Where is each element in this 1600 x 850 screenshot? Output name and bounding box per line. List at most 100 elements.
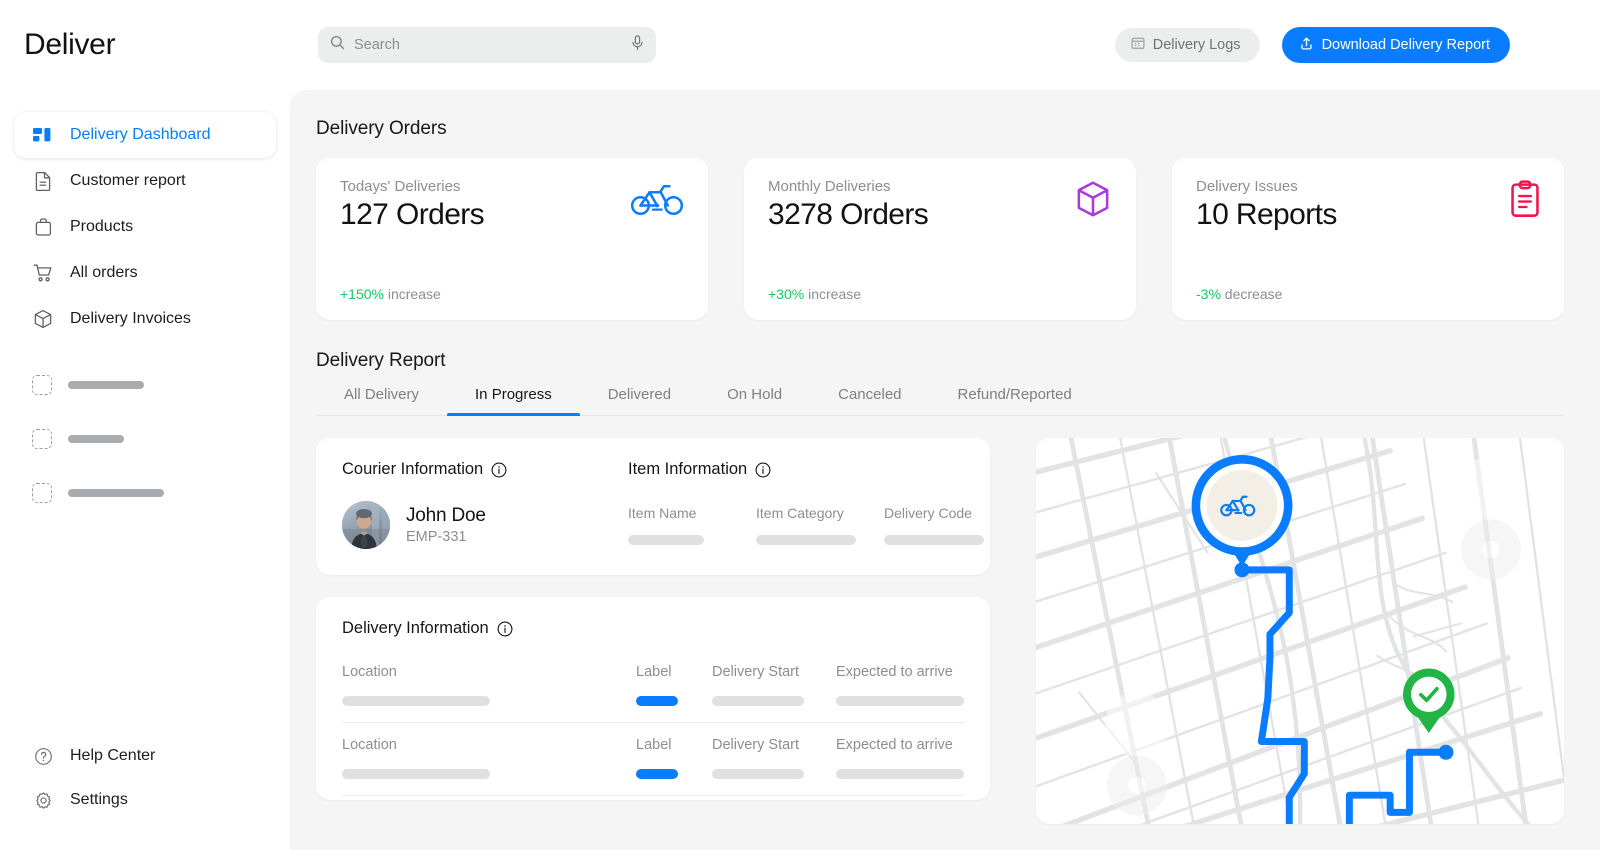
stat-delta: +30% (768, 286, 805, 302)
stat-value: 127 Orders (340, 198, 485, 231)
report-panels: Courier Information John Doe EMP-331 Ite… (316, 438, 1564, 824)
report-left-column: Courier Information John Doe EMP-331 Ite… (316, 438, 990, 800)
delivery-report-title: Delivery Report (316, 350, 446, 371)
sidebar-placeholder-item[interactable] (14, 358, 276, 412)
item-field-item-category: Item Category (756, 505, 856, 545)
item-field-label: Item Name (628, 505, 697, 521)
stat-footer: -3% decrease (1196, 286, 1540, 302)
delivery-cell-location: Location (342, 664, 612, 706)
item-information-header: Item Information (628, 460, 984, 479)
package-icon (1074, 180, 1112, 223)
start-skeleton (712, 769, 804, 779)
sidebar-placeholder-item[interactable] (14, 466, 276, 520)
courier-name: John Doe (406, 505, 486, 526)
sidebar-item-settings[interactable]: Settings (14, 778, 276, 822)
item-field-skeleton (756, 535, 856, 545)
stat-card-todays-deliveries[interactable]: Todays' Deliveries 127 Orders +150% incr… (316, 158, 708, 320)
sidebar-item-products[interactable]: Products (14, 204, 276, 250)
arrive-skeleton (836, 696, 964, 706)
status-badge (636, 696, 678, 706)
dashboard-icon (32, 124, 54, 146)
sidebar-item-label: Help Center (70, 747, 156, 764)
map-canvas (1036, 438, 1564, 824)
clipboard-icon (1510, 180, 1540, 223)
sidebar-item-delivery-invoices[interactable]: Delivery Invoices (14, 296, 276, 342)
table-row[interactable]: Location Label Delivery Start Expected t… (342, 723, 964, 796)
sidebar-item-help-center[interactable]: Help Center (14, 734, 276, 778)
search-input[interactable] (354, 27, 622, 63)
location-skeleton (342, 696, 490, 706)
cart-icon (32, 262, 54, 284)
tab-delivered[interactable]: Delivered (580, 386, 699, 415)
stat-label: Monthly Deliveries (768, 178, 891, 195)
item-field-skeleton (628, 535, 704, 545)
body-container: Delivery Dashboard Customer report Produ… (0, 90, 1600, 850)
item-field-label: Delivery Code (884, 505, 972, 521)
info-icon[interactable] (491, 462, 507, 478)
item-field-skeleton (884, 535, 984, 545)
dashed-square-icon (32, 483, 52, 503)
sidebar-item-delivery-dashboard[interactable]: Delivery Dashboard (14, 112, 276, 158)
top-header: Deliver Search Delivery Logs Download De… (0, 0, 1600, 90)
tab-in-progress[interactable]: In Progress (447, 386, 580, 416)
courier-information-card: Courier Information John Doe EMP-331 Ite… (316, 438, 990, 575)
question-circle-icon (32, 745, 54, 767)
stat-card-top: Monthly Deliveries 3278 Orders (768, 178, 1112, 232)
header-actions: Delivery Logs Download Delivery Report (1114, 27, 1600, 63)
stat-value: 3278 Orders (768, 198, 929, 231)
info-icon[interactable] (755, 462, 771, 478)
stat-value: 10 Reports (1196, 198, 1337, 231)
delivery-cell-label: Label (636, 737, 672, 753)
courier-information-header: Courier Information (342, 460, 628, 479)
sidebar-primary-nav: Delivery Dashboard Customer report Produ… (0, 112, 290, 520)
sidebar-item-customer-report[interactable]: Customer report (14, 158, 276, 204)
delivery-logs-button[interactable]: Delivery Logs (1114, 28, 1260, 62)
delivery-cell-label: Expected to arrive (836, 664, 953, 680)
tab-on-hold[interactable]: On Hold (699, 386, 810, 415)
item-column: Item Information Item Name Item Category… (628, 460, 984, 549)
stat-delta: -3% (1196, 286, 1221, 302)
delivery-cell-label: Expected to arrive (836, 737, 953, 753)
sidebar-item-label: Settings (70, 791, 128, 808)
sidebar-placeholder-item[interactable] (14, 412, 276, 466)
search-icon (330, 35, 345, 55)
download-delivery-report-button[interactable]: Download Delivery Report (1281, 27, 1510, 63)
sidebar-item-all-orders[interactable]: All orders (14, 250, 276, 296)
delivery-cell-label: Location (342, 664, 397, 680)
sidebar-item-label: Products (70, 218, 134, 235)
delivery-cell-label: Location (342, 737, 397, 753)
courier-column: Courier Information John Doe EMP-331 (342, 460, 628, 549)
stat-delta-suffix: increase (804, 286, 862, 302)
stat-card-monthly-deliveries[interactable]: Monthly Deliveries 3278 Orders +30% incr… (744, 158, 1136, 320)
item-field-label: Item Category (756, 505, 844, 521)
sidebar-secondary-nav: Help Center Settings (0, 734, 290, 850)
main-content: Delivery Orders Todays' Deliveries 127 O… (290, 90, 1600, 850)
tab-refund-reported[interactable]: Refund/Reported (930, 386, 1100, 415)
item-field-delivery-code: Delivery Code (884, 505, 984, 545)
stat-footer: +30% increase (768, 286, 1112, 302)
courier-employee-id: EMP-331 (406, 529, 467, 545)
stat-card-text: Todays' Deliveries 127 Orders (340, 178, 485, 232)
stat-card-delivery-issues[interactable]: Delivery Issues 10 Reports -3% decrease (1172, 158, 1564, 320)
table-row[interactable]: Location Label Delivery Start Expected t… (342, 650, 964, 723)
bicycle-icon (630, 180, 684, 221)
delivery-cell-label-status: Label (636, 737, 688, 779)
start-skeleton (712, 696, 804, 706)
stat-delta: +150% (340, 286, 384, 302)
stat-label: Todays' Deliveries (340, 178, 461, 195)
download-icon (1299, 36, 1314, 55)
stat-card-text: Delivery Issues 10 Reports (1196, 178, 1337, 232)
microphone-icon[interactable] (631, 34, 644, 56)
dashed-square-icon (32, 429, 52, 449)
tab-all-delivery[interactable]: All Delivery (316, 386, 447, 415)
delivery-cell-label-status: Label (636, 664, 688, 706)
delivery-map[interactable] (1036, 438, 1564, 824)
delivery-cell-label: Label (636, 664, 672, 680)
search-box[interactable] (318, 27, 656, 63)
delivery-information-title: Delivery Information (342, 619, 489, 637)
tab-canceled[interactable]: Canceled (810, 386, 929, 415)
info-icon[interactable] (497, 621, 513, 637)
app-root: Deliver Search Delivery Logs Download De… (0, 0, 1600, 850)
sidebar-item-label: Delivery Invoices (70, 310, 191, 327)
